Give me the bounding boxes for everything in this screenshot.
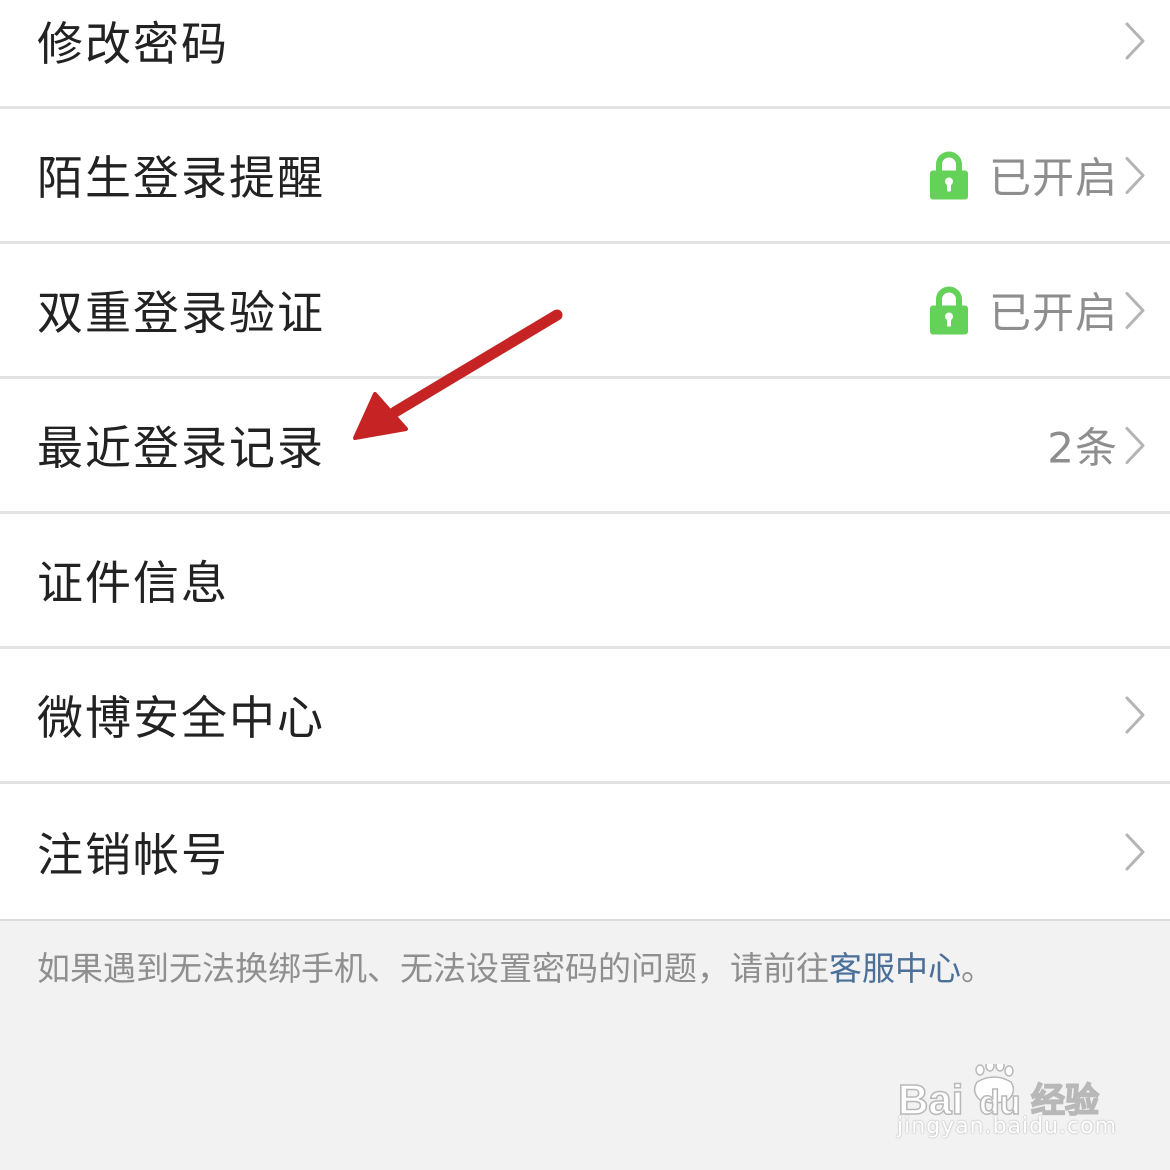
help-text-suffix: 。: [961, 949, 994, 988]
settings-item-weibo-security-center[interactable]: 微博安全中心: [0, 649, 1170, 784]
settings-item-change-password[interactable]: 修改密码: [0, 0, 1170, 109]
settings-item-id-info[interactable]: 证件信息: [0, 514, 1170, 649]
lock-icon: [929, 286, 968, 334]
chevron-right-icon: [1125, 833, 1145, 870]
settings-item-recent-login-records[interactable]: 最近登录记录 2条: [0, 379, 1170, 514]
help-text: 如果遇到无法换绑手机、无法设置密码的问题，请前往: [37, 949, 829, 988]
chevron-right-icon: [1125, 291, 1145, 329]
watermark-url: jingyan.baidu.com: [897, 1114, 1118, 1139]
settings-item-label: 双重登录验证: [37, 286, 325, 340]
status-value: 已开启: [988, 288, 1118, 338]
settings-item-accessory: 2条: [1047, 415, 1146, 476]
settings-item-accessory: [1124, 832, 1146, 872]
settings-item-deactivate-account[interactable]: 注销帐号: [0, 784, 1170, 921]
lock-icon: [929, 151, 968, 199]
settings-item-label: 陌生登录提醒: [37, 151, 325, 205]
settings-item-accessory: [1124, 21, 1146, 61]
chevron-right-icon: [1125, 426, 1145, 464]
settings-item-label: 微博安全中心: [37, 691, 325, 745]
status-value: 已开启: [988, 153, 1118, 203]
customer-service-link[interactable]: 客服中心: [829, 949, 961, 988]
settings-item-label: 修改密码: [37, 17, 229, 71]
settings-item-accessory: 已开启: [929, 145, 1146, 206]
settings-item-label: 注销帐号: [37, 827, 229, 882]
settings-item-label: 证件信息: [37, 556, 229, 610]
settings-item-accessory: 已开启: [929, 280, 1146, 341]
settings-item-accessory: [1124, 695, 1146, 735]
chevron-right-icon: [1125, 22, 1145, 60]
chevron-right-icon: [1125, 156, 1145, 194]
settings-item-label: 最近登录记录: [37, 421, 325, 475]
settings-list: 修改密码 陌生登录提醒 已开启 双重登录验证 已开启 最近登录记录 2条 证件信…: [0, 0, 1170, 921]
count-value: 2条: [1047, 423, 1118, 473]
help-footer: 如果遇到无法换绑手机、无法设置密码的问题，请前往客服中心。: [37, 942, 994, 990]
settings-item-two-step-verification[interactable]: 双重登录验证 已开启: [0, 244, 1170, 379]
settings-item-unfamiliar-login-alert[interactable]: 陌生登录提醒 已开启: [0, 109, 1170, 244]
baidu-jingyan-watermark: Bai du 经验 jingyan.baidu.com: [895, 1042, 1118, 1152]
chevron-right-icon: [1125, 696, 1145, 734]
